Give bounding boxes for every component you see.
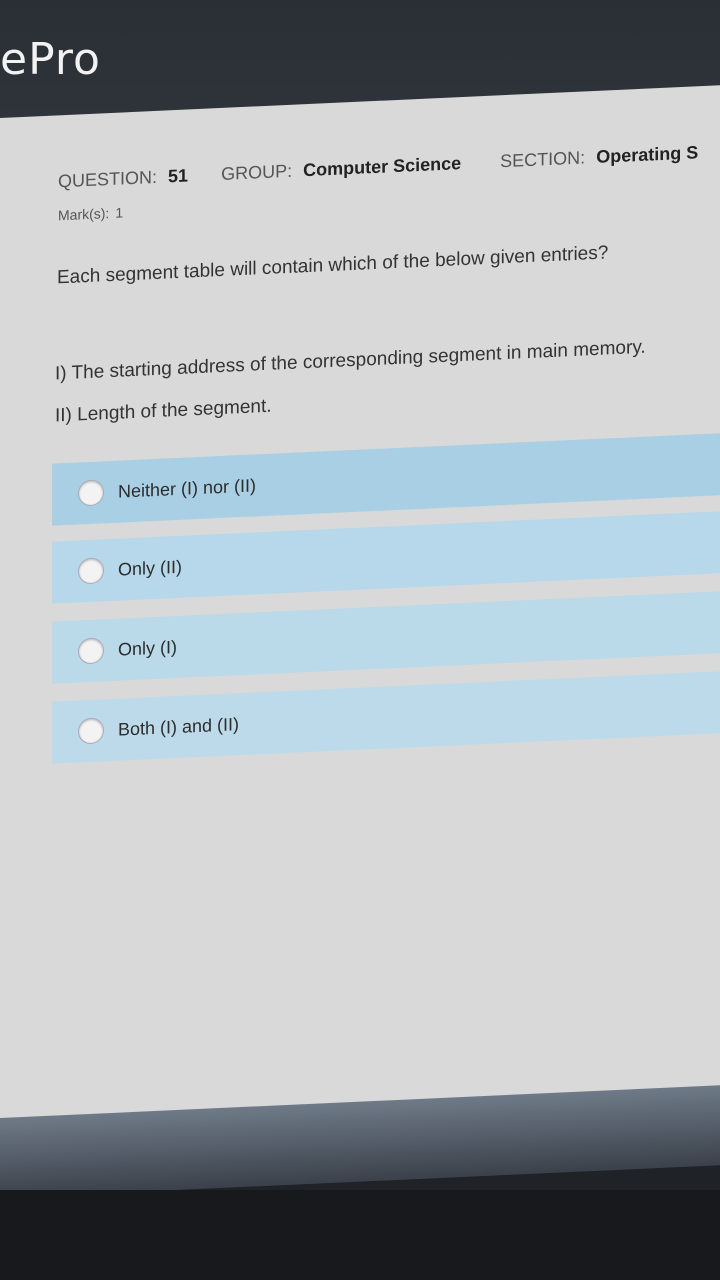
question-number: 51 (168, 165, 189, 187)
answer-option-2[interactable]: Only (II) (52, 509, 720, 604)
option-label: Only (I) (118, 636, 178, 660)
screen-bezel (0, 1190, 720, 1280)
option-label: Neither (I) nor (II) (118, 474, 257, 502)
statement-1: I) The starting address of the correspon… (55, 336, 646, 385)
option-label: Both (I) and (II) (118, 713, 240, 740)
answer-option-3[interactable]: Only (I) (52, 589, 720, 684)
marks-label: Mark(s): (58, 205, 110, 224)
group-label: GROUP: (221, 160, 293, 184)
radio-button[interactable] (78, 557, 104, 585)
question-panel: QUESTION: 51 GROUP: Computer Science SEC… (0, 85, 720, 1129)
question-text: Each segment table will contain which of… (57, 242, 609, 289)
marks-info: Mark(s): 1 (58, 204, 123, 223)
answer-option-1[interactable]: Neither (I) nor (II) (52, 431, 720, 526)
radio-button[interactable] (78, 479, 104, 507)
question-meta: QUESTION: 51 GROUP: Computer Science SEC… (58, 142, 698, 192)
radio-button[interactable] (78, 717, 104, 745)
section-value: Operating S (596, 142, 699, 167)
app-logo: ePro (0, 34, 101, 85)
marks-value: 1 (115, 204, 124, 221)
radio-button[interactable] (78, 637, 104, 665)
answer-option-4[interactable]: Both (I) and (II) (52, 669, 720, 764)
option-label: Only (II) (118, 556, 183, 580)
section-label: SECTION: (500, 147, 586, 172)
group-value: Computer Science (303, 153, 462, 181)
question-label: QUESTION: (58, 166, 158, 192)
statement-2: II) Length of the segment. (55, 395, 272, 427)
